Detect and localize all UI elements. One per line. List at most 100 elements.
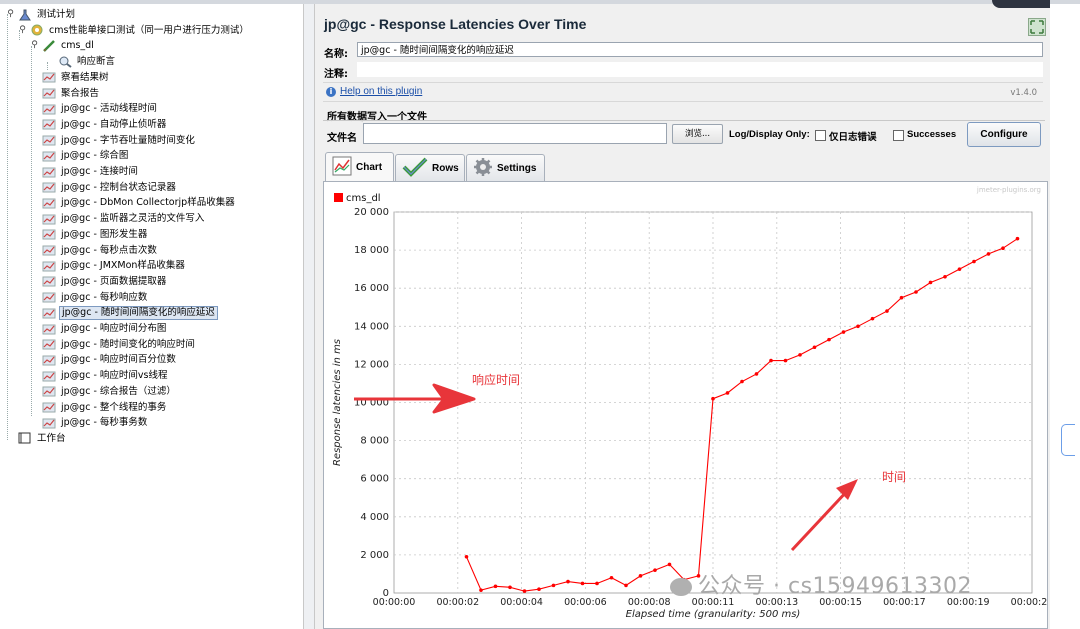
listener-icon — [42, 385, 56, 397]
tree-item-label: jp@gc - 监听器之灵活的文件写入 — [61, 213, 205, 225]
tree-item-label: jp@gc - DbMon Collectorjp样品收集器 — [61, 197, 235, 209]
data-point — [928, 280, 933, 285]
tree-item[interactable]: jp@gc - 综合报告（过滤） — [42, 384, 178, 399]
tab-settings-label: Settings — [497, 163, 537, 174]
tree-item[interactable]: jp@gc - 连接时间 — [42, 164, 140, 179]
listener-icon — [42, 197, 56, 209]
listener-icon — [42, 291, 56, 303]
data-point — [537, 587, 541, 591]
tree-item-label: jp@gc - 响应时间百分位数 — [61, 354, 176, 366]
x-tick-label: 00:00:22 — [1011, 597, 1047, 608]
legend-label: cms_dl — [346, 193, 381, 204]
tree-item[interactable]: 工作台 — [18, 431, 68, 446]
tree-item[interactable]: jp@gc - 响应时间百分位数 — [42, 352, 178, 367]
data-point — [1001, 246, 1005, 250]
tree-item-label: cms_dl — [61, 40, 94, 52]
data-point — [740, 379, 744, 384]
side-drawer-tab[interactable] — [1061, 424, 1075, 456]
test-plan-tree[interactable]: 测试计划 ⚲ cms性能单接口测试（同一用户进行压力测试） ⚲ cms_dl ⚲ 响应断言察… — [0, 4, 304, 629]
data-point — [638, 574, 643, 578]
data-point — [943, 274, 947, 279]
filename-input[interactable] — [363, 123, 667, 144]
tree-item[interactable]: jp@gc - 监听器之灵活的文件写入 — [42, 211, 206, 226]
data-point — [711, 396, 715, 401]
browse-button[interactable]: 浏览... — [672, 124, 723, 144]
help-link[interactable]: Help on this plugin — [340, 86, 422, 97]
tree-item[interactable]: cms性能单接口测试（同一用户进行压力测试） — [30, 23, 251, 38]
latency-chart: 02 0004 0006 0008 00010 00012 00014 0001… — [332, 193, 1050, 620]
pane-splitter[interactable] — [304, 4, 315, 629]
window-corner — [992, 0, 1050, 8]
tab-rows-label: Rows — [432, 163, 459, 174]
errors-only-checkbox[interactable] — [815, 130, 826, 141]
tree-item[interactable]: 察看结果树 — [42, 70, 111, 85]
listener-icon — [42, 87, 56, 99]
tree-item[interactable]: cms_dl — [42, 38, 96, 53]
tree-item[interactable]: jp@gc - JMXMon样品收集器 — [42, 258, 187, 273]
tree-item[interactable]: jp@gc - 响应时间vs线程 — [42, 368, 169, 383]
tree-item-label: jp@gc - 控制台状态记录器 — [61, 181, 176, 193]
tab-settings[interactable]: Settings — [466, 154, 545, 182]
data-point — [899, 295, 904, 300]
tree-item[interactable]: jp@gc - 控制台状态记录器 — [42, 180, 178, 195]
tree-item[interactable]: jp@gc - DbMon Collectorjp样品收集器 — [42, 195, 237, 210]
listener-icon — [42, 213, 56, 225]
tree-item-label: jp@gc - 响应时间vs线程 — [61, 370, 168, 382]
tree-item-label: 响应断言 — [77, 56, 116, 68]
configure-button[interactable]: Configure — [967, 122, 1041, 147]
tree-item[interactable]: jp@gc - 综合图 — [42, 148, 130, 163]
listener-icon — [42, 338, 56, 350]
data-point — [624, 583, 628, 588]
data-point — [580, 581, 585, 586]
listener-icon — [42, 417, 56, 429]
tree-item-label: jp@gc - 随时间变化的响应时间 — [61, 338, 195, 350]
tree-item[interactable]: jp@gc - 活动线程时间 — [42, 101, 159, 116]
tree-item[interactable]: jp@gc - 随时间变化的响应时间 — [42, 337, 197, 352]
test-plan-icon — [18, 9, 32, 21]
data-point — [914, 290, 918, 294]
listener-icon — [42, 401, 56, 413]
data-point — [479, 588, 483, 592]
data-point — [870, 316, 875, 321]
tree-item-label: jp@gc - 活动线程时间 — [61, 103, 157, 115]
comment-field[interactable] — [357, 62, 1043, 77]
tree-item[interactable]: 测试计划 — [18, 7, 77, 22]
checkmark-icon — [402, 157, 428, 180]
tree-item[interactable]: jp@gc - 图形发生器 — [42, 227, 149, 242]
name-field[interactable]: jp@gc - 随时间间隔变化的响应延迟 — [357, 42, 1043, 57]
tree-item[interactable]: jp@gc - 随时间间隔变化的响应延迟 — [42, 305, 218, 320]
tree-item[interactable]: jp@gc - 每秒点击次数 — [42, 243, 159, 258]
tree-item-label: jp@gc - 图形发生器 — [61, 228, 148, 240]
data-point — [812, 345, 817, 350]
data-point — [769, 358, 773, 363]
tree-item[interactable]: jp@gc - 页面数据提取器 — [42, 274, 168, 289]
tab-chart[interactable]: Chart — [325, 152, 394, 182]
tree-item-label: jp@gc - 响应时间分布图 — [61, 323, 167, 334]
log-display-label: Log/Display Only: — [729, 129, 810, 140]
expand-icon[interactable] — [1028, 18, 1046, 36]
data-point — [972, 259, 976, 264]
tree-item[interactable]: jp@gc - 响应时间分布图 — [42, 321, 168, 336]
y-tick-label: 16 000 — [354, 283, 389, 294]
tree-item-label: jp@gc - JMXMon样品收集器 — [61, 260, 185, 272]
tree-connector — [31, 46, 32, 416]
tree-item[interactable]: 聚合报告 — [42, 86, 101, 101]
data-point — [725, 391, 730, 395]
gear-icon — [473, 157, 493, 180]
successes-checkbox[interactable] — [893, 130, 904, 141]
tree-item[interactable]: jp@gc - 自动停止侦听器 — [42, 117, 168, 132]
tree-item[interactable]: jp@gc - 每秒事务数 — [42, 415, 149, 430]
tab-rows[interactable]: Rows — [395, 154, 465, 182]
tree-item[interactable]: 响应断言 — [58, 54, 117, 69]
x-tick-label: 00:00:08 — [628, 597, 671, 608]
listener-icon — [42, 166, 56, 178]
filename-label: 文件名 — [327, 133, 357, 144]
listener-icon — [42, 181, 56, 193]
tree-item[interactable]: jp@gc - 每秒响应数 — [42, 290, 149, 305]
tree-item[interactable]: jp@gc - 字节吞吐量随时间变化 — [42, 133, 197, 148]
y-tick-label: 8 000 — [360, 436, 389, 447]
tree-item[interactable]: jp@gc - 整个线程的事务 — [42, 400, 168, 415]
data-point — [464, 555, 469, 559]
y-tick-label: 18 000 — [354, 245, 389, 256]
tree-connector — [19, 30, 20, 40]
